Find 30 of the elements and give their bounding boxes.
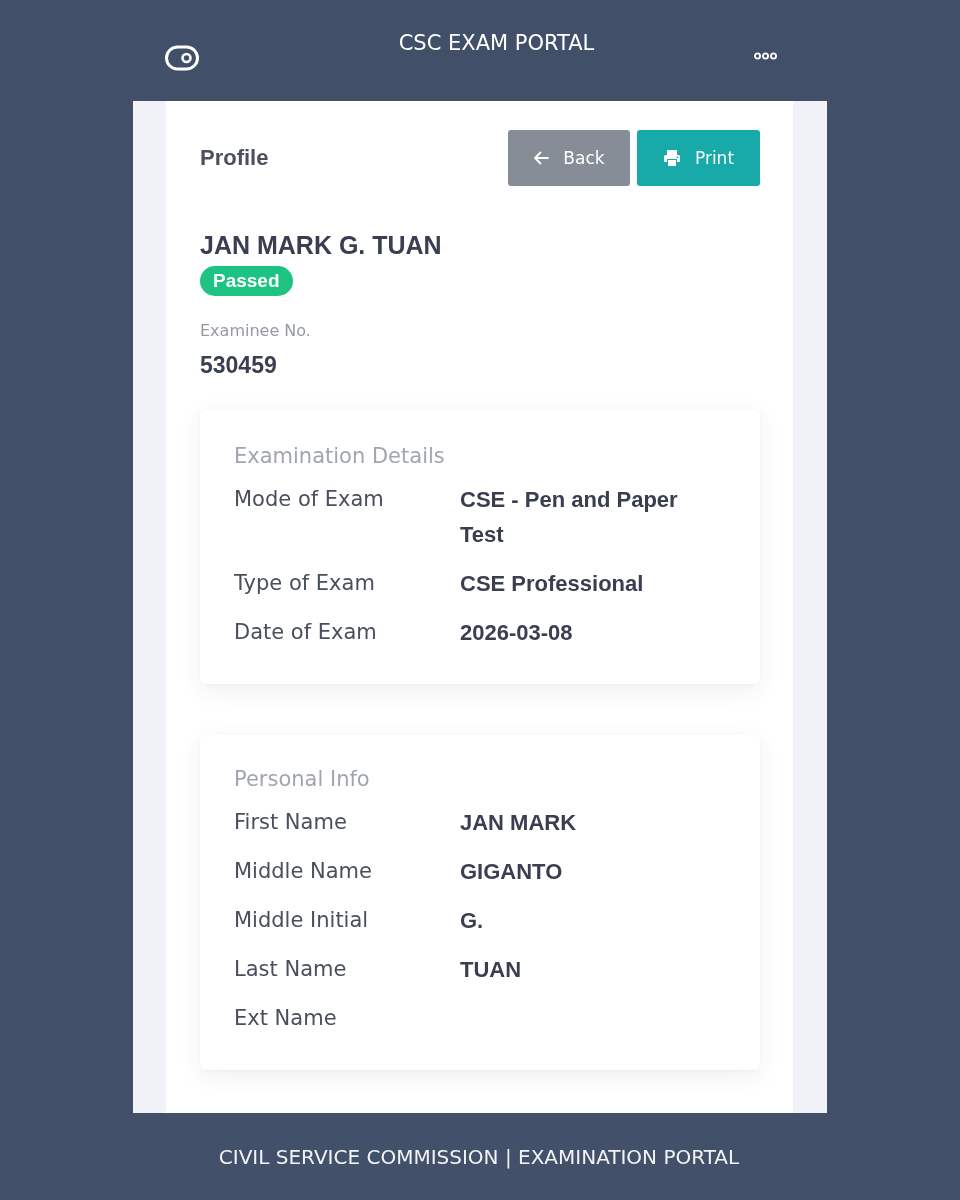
arrow-left-icon bbox=[533, 151, 550, 165]
field-value: GIGANTO bbox=[460, 858, 564, 886]
field-label: First Name bbox=[234, 809, 348, 836]
field-value: G. bbox=[460, 907, 485, 935]
more-icon[interactable] bbox=[754, 52, 777, 60]
field-label: Middle Name bbox=[234, 858, 373, 885]
field-value: TUAN bbox=[460, 956, 523, 984]
field-label: Date of Exam bbox=[234, 619, 378, 646]
footer-text: CIVIL SERVICE COMMISSION | EXAMINATION PORTAL bbox=[218, 1143, 741, 1171]
field-value: JAN MARK bbox=[460, 809, 578, 837]
examinee-no-value: 530459 bbox=[200, 351, 278, 379]
print-button[interactable]: Print bbox=[637, 130, 760, 186]
field-label: Ext Name bbox=[234, 1005, 338, 1032]
portal-title: CSC EXAM PORTAL bbox=[397, 30, 596, 57]
field-label: Last Name bbox=[234, 956, 348, 983]
section-title: Examination Details bbox=[234, 443, 446, 470]
field-label: Mode of Exam bbox=[234, 486, 385, 513]
toggle-icon[interactable] bbox=[165, 45, 199, 71]
field-label: Type of Exam bbox=[234, 570, 376, 597]
field-label: Middle Initial bbox=[234, 907, 370, 934]
back-button[interactable]: Back bbox=[508, 130, 630, 186]
page-heading: Profile bbox=[200, 145, 269, 171]
printer-icon bbox=[662, 149, 681, 167]
examinee-no-label: Examinee No. bbox=[200, 320, 312, 342]
section-title: Personal Info bbox=[234, 766, 371, 793]
status-badge: Passed bbox=[200, 266, 293, 296]
field-value: CSE - Pen and Paper Test bbox=[460, 486, 679, 549]
field-value: CSE Professional bbox=[460, 570, 645, 598]
examinee-name: JAN MARK G. TUAN bbox=[200, 230, 443, 261]
field-value: 2026-03-08 bbox=[460, 619, 574, 647]
